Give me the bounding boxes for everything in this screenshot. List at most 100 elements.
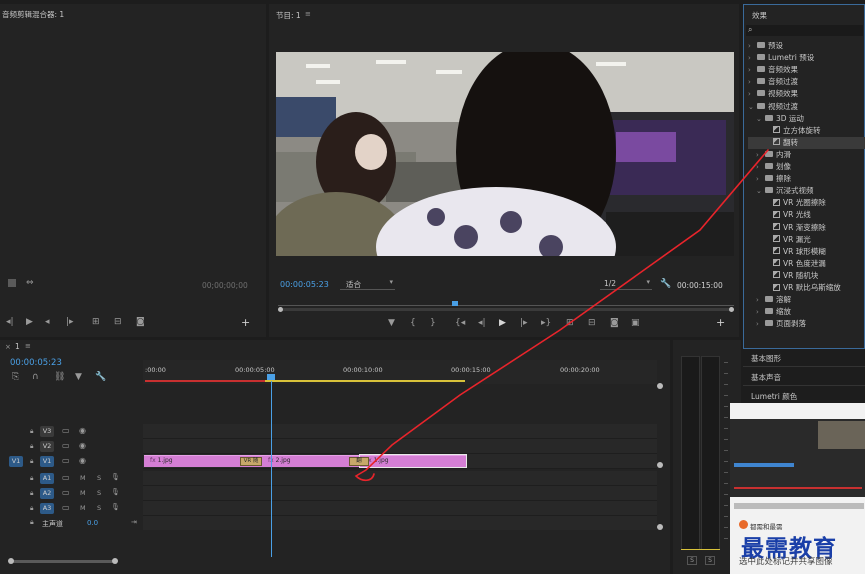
chevron-right-icon[interactable]: ›: [756, 149, 765, 161]
linked-selection-icon[interactable]: ⛓: [54, 373, 65, 382]
ruler-scroll-dot[interactable]: [657, 383, 663, 389]
chevron-right-icon[interactable]: ›: [748, 76, 757, 88]
nest-icon[interactable]: ⎘: [12, 373, 19, 382]
chevron-right-icon[interactable]: ›: [756, 306, 765, 318]
source-panel-title[interactable]: 音频剪辑混合器: 1: [2, 9, 64, 20]
video-track-label[interactable]: V1: [40, 456, 54, 467]
program-fit-select[interactable]: 适合 ▾: [340, 278, 395, 290]
effects-tree-item[interactable]: VR 色度泄漏: [748, 258, 865, 270]
sync-lock-icon[interactable]: ▭: [62, 473, 70, 482]
watermark-share-text[interactable]: 选中此处标记并共享图像: [739, 555, 833, 567]
effects-search-input[interactable]: [758, 26, 858, 35]
microphone-icon[interactable]: 🎙︎: [111, 488, 120, 496]
program-panel-title[interactable]: 节目: 1: [276, 10, 301, 21]
source-insert-icon[interactable]: ⊞: [92, 318, 100, 327]
effects-search-bar[interactable]: ⌕: [746, 25, 863, 36]
effects-tree-item[interactable]: ⌄ 沉浸式视频: [748, 185, 865, 197]
mute-button[interactable]: M: [80, 474, 86, 482]
add-marker-icon[interactable]: ▼: [75, 373, 82, 382]
microphone-icon[interactable]: 🎙︎: [111, 473, 120, 481]
add-marker-icon[interactable]: ▼: [388, 319, 395, 328]
chevron-down-icon[interactable]: ⌄: [756, 113, 765, 125]
chevron-right-icon[interactable]: ›: [748, 64, 757, 76]
lock-icon[interactable]: 🔒︎: [30, 504, 33, 513]
effects-tree-item[interactable]: VR 随机块: [748, 270, 865, 282]
eye-icon[interactable]: ◉: [79, 441, 86, 450]
compare-icon[interactable]: ▣: [631, 319, 640, 328]
source-mark-in-icon[interactable]: ◂|: [6, 318, 14, 327]
solo-button[interactable]: S: [97, 474, 101, 482]
mark-out-icon[interactable]: }: [430, 319, 436, 328]
audio-track-lane[interactable]: [143, 486, 657, 501]
effects-tree-item[interactable]: › 页面剥落: [748, 318, 865, 330]
eye-icon[interactable]: ◉: [79, 426, 86, 435]
source-link-icon[interactable]: ⇔: [26, 279, 34, 288]
program-add-button[interactable]: +: [716, 317, 725, 328]
timeline-playhead-head[interactable]: [267, 374, 275, 380]
source-overwrite-icon[interactable]: ⊟: [114, 318, 122, 327]
playhead-marker[interactable]: [452, 301, 458, 306]
video-track-label[interactable]: V3: [40, 426, 54, 437]
solo-button[interactable]: S: [97, 504, 101, 512]
effects-tree-item[interactable]: › 划像: [748, 161, 865, 173]
audio-track-lane[interactable]: [143, 501, 657, 516]
lift-icon[interactable]: ⊞: [566, 319, 574, 328]
effects-tree-item[interactable]: VR 光圈擦除: [748, 197, 865, 209]
effects-tree-item[interactable]: VR 光线: [748, 209, 865, 221]
timeline-wrench-icon[interactable]: 🔧: [95, 373, 106, 382]
basic-sound-panel-tab[interactable]: 基本声音: [743, 372, 865, 383]
transition-block[interactable]: 翻: [349, 457, 369, 466]
track-scroll-dot[interactable]: [657, 462, 663, 468]
chevron-right-icon[interactable]: ›: [756, 173, 765, 185]
effects-tree-item[interactable]: › 视频效果: [748, 88, 865, 100]
audio-track-lane[interactable]: [143, 471, 657, 486]
video-track-lane[interactable]: [143, 424, 657, 439]
chevron-right-icon[interactable]: ›: [748, 52, 757, 64]
effects-tree-item[interactable]: › Lumetri 预设: [748, 52, 865, 64]
effects-tree-item[interactable]: › 内滑: [748, 149, 865, 161]
solo-button[interactable]: S: [97, 489, 101, 497]
source-step-back-icon[interactable]: ◂: [45, 318, 50, 327]
effects-tree-item[interactable]: › 音频效果: [748, 64, 865, 76]
effects-tree-item[interactable]: 立方体旋转: [748, 125, 865, 137]
effects-panel-title[interactable]: 效果: [752, 10, 767, 21]
sync-lock-icon[interactable]: ▭: [62, 456, 70, 465]
chevron-right-icon[interactable]: ›: [748, 88, 757, 100]
source-patch-v1[interactable]: V1: [9, 456, 23, 467]
effects-tree-item[interactable]: › 擦除: [748, 173, 865, 185]
effects-tree-item[interactable]: VR 默比乌斯缩放: [748, 282, 865, 294]
timeline-close-icon[interactable]: ×: [5, 343, 11, 351]
audio-track-label[interactable]: A3: [40, 503, 54, 514]
effects-tree-item[interactable]: › 音频过渡: [748, 76, 865, 88]
program-resolution-select[interactable]: 1/2 ▾: [600, 278, 652, 290]
extract-icon[interactable]: ⊟: [588, 319, 596, 328]
chevron-right-icon[interactable]: ›: [756, 318, 765, 330]
lumetri-color-panel-tab[interactable]: Lumetri 颜色: [743, 391, 865, 402]
wrench-icon[interactable]: 🔧: [660, 280, 671, 289]
chevron-right-icon[interactable]: ›: [756, 161, 765, 173]
step-back-icon[interactable]: ◂|: [478, 319, 486, 328]
meter-solo-right[interactable]: S: [705, 556, 715, 565]
timeline-clip[interactable]: fx 2.jpg: [262, 455, 360, 467]
play-icon[interactable]: ▶: [499, 319, 506, 328]
sync-lock-icon[interactable]: ▭: [62, 503, 70, 512]
effects-tree-item[interactable]: VR 漏光: [748, 234, 865, 246]
lock-icon[interactable]: 🔒︎: [30, 518, 34, 527]
sync-lock-icon[interactable]: ▭: [62, 488, 70, 497]
lock-icon[interactable]: 🔒︎: [30, 457, 33, 466]
video-track-label[interactable]: V2: [40, 441, 54, 452]
basic-graphics-panel-tab[interactable]: 基本图形: [743, 353, 865, 364]
chevron-down-icon[interactable]: ⌄: [748, 101, 757, 113]
timeline-horizontal-scrollbar[interactable]: [4, 558, 664, 564]
effects-tree-item[interactable]: VR 渐变擦除: [748, 222, 865, 234]
effects-tree-item[interactable]: ⌄ 视频过渡: [748, 101, 865, 113]
sync-lock-icon[interactable]: ▭: [62, 441, 70, 450]
lock-icon[interactable]: 🔒︎: [30, 442, 33, 451]
track-scroll-dot-bottom[interactable]: [657, 524, 663, 530]
eye-icon[interactable]: ◉: [79, 456, 86, 465]
go-to-out-icon[interactable]: ▸}: [541, 319, 551, 328]
program-zoom-scrollbar[interactable]: [278, 307, 734, 312]
mute-button[interactable]: M: [80, 504, 86, 512]
transition-block[interactable]: VR 随: [240, 457, 262, 466]
lock-icon[interactable]: 🔒︎: [30, 427, 33, 436]
